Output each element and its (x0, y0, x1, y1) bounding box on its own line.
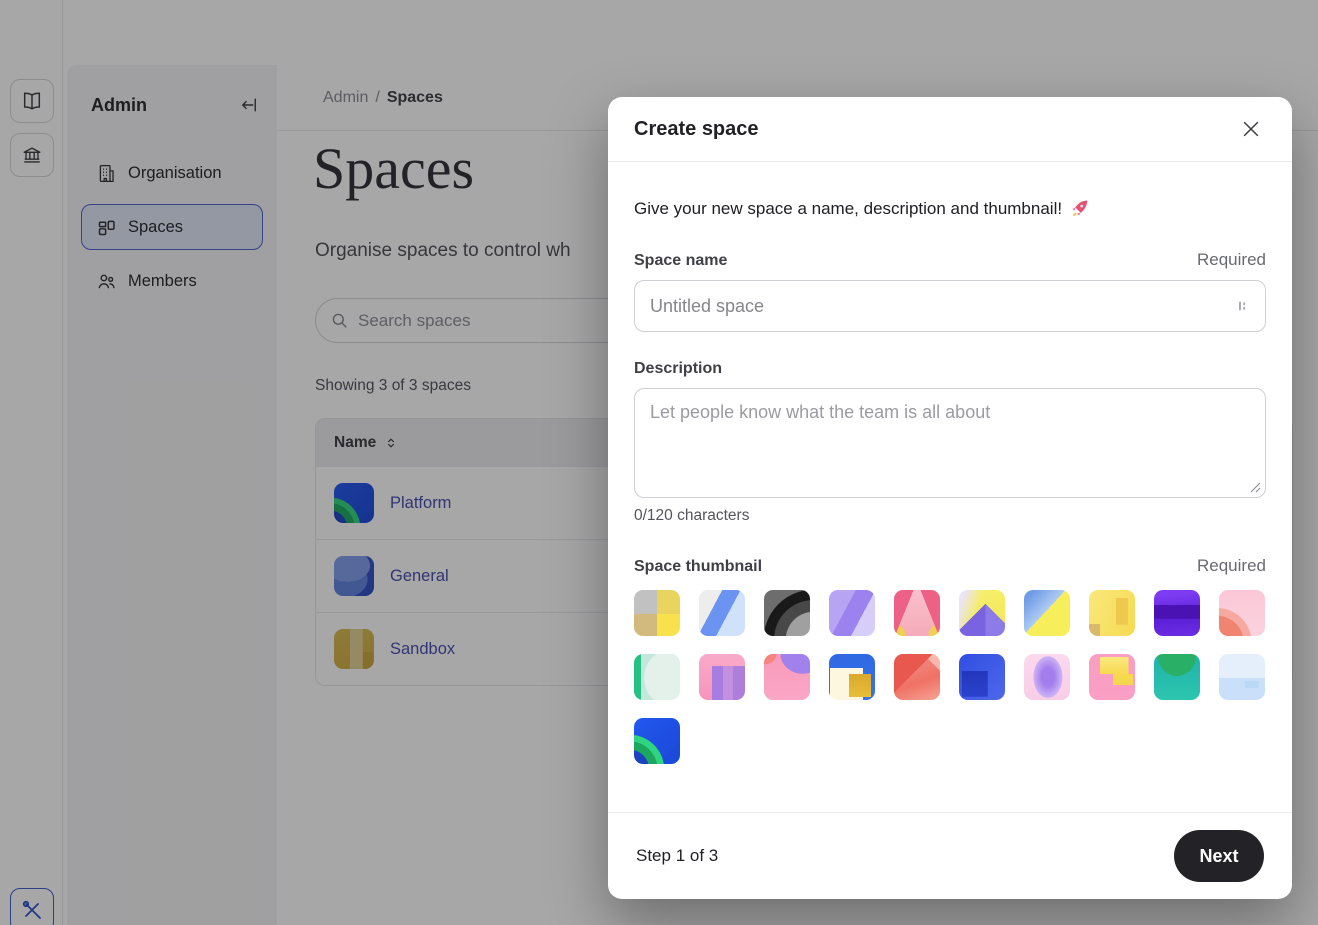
thumbnail-option[interactable] (894, 654, 940, 700)
thumbnail-option[interactable] (1024, 654, 1070, 700)
thumbnail-option[interactable] (1219, 654, 1265, 700)
thumbnail-option[interactable] (1219, 590, 1265, 636)
thumbnail-option[interactable] (1154, 590, 1200, 636)
description-field (634, 388, 1266, 498)
thumbnail-option[interactable] (1154, 654, 1200, 700)
thumbnail-option[interactable] (829, 654, 875, 700)
thumbnail-option[interactable] (959, 654, 1005, 700)
thumbnail-option[interactable] (764, 590, 810, 636)
space-name-label-row: Space name Required (634, 250, 1266, 270)
space-thumbnail-label-row: Space thumbnail Required (634, 556, 1266, 576)
create-space-modal: Create space Give your new space a name,… (608, 97, 1292, 899)
thumbnail-option[interactable] (634, 718, 680, 764)
modal-footer: Step 1 of 3 Next (608, 812, 1292, 899)
character-counter: 0/120 characters (634, 507, 1266, 525)
step-indicator: Step 1 of 3 (636, 846, 718, 866)
description-textarea[interactable] (634, 388, 1266, 498)
space-name-field (634, 280, 1266, 332)
randomize-bars-icon[interactable] (1233, 297, 1251, 315)
next-button[interactable]: Next (1174, 830, 1264, 882)
close-button[interactable] (1236, 114, 1266, 144)
modal-header: Create space (608, 97, 1292, 162)
thumbnail-option[interactable] (699, 654, 745, 700)
thumbnail-grid (634, 590, 1266, 764)
resize-handle-icon[interactable] (1250, 482, 1261, 493)
thumbnail-option[interactable] (1089, 654, 1135, 700)
thumbnail-option[interactable] (1024, 590, 1070, 636)
space-thumbnail-required-badge: Required (1197, 556, 1266, 576)
space-thumbnail-label: Space thumbnail (634, 558, 762, 576)
thumbnail-option[interactable] (894, 590, 940, 636)
thumbnail-option[interactable] (634, 590, 680, 636)
modal-title: Create space (634, 118, 759, 141)
app-window: Admin Organisation (0, 0, 1318, 925)
thumbnail-option[interactable] (764, 654, 810, 700)
description-label: Description (634, 360, 1266, 378)
space-name-label: Space name (634, 252, 727, 270)
thumbnail-option[interactable] (1089, 590, 1135, 636)
space-name-input[interactable] (650, 296, 1225, 317)
modal-body: Give your new space a name, description … (608, 198, 1292, 764)
close-icon (1240, 118, 1262, 140)
thumbnail-option[interactable] (959, 590, 1005, 636)
space-name-required-badge: Required (1197, 250, 1266, 270)
rocket-emoji-icon (1069, 198, 1090, 219)
thumbnail-option[interactable] (829, 590, 875, 636)
thumbnail-option[interactable] (699, 590, 745, 636)
thumbnail-option[interactable] (634, 654, 680, 700)
modal-intro: Give your new space a name, description … (634, 198, 1266, 219)
